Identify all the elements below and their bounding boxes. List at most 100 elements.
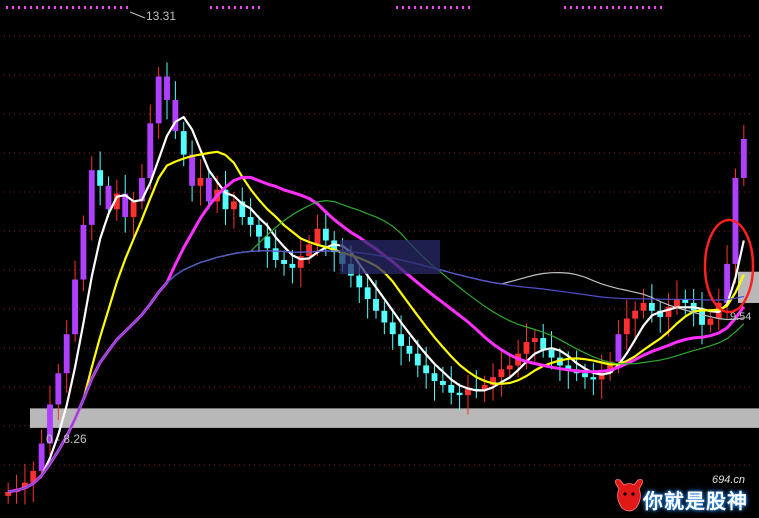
candle-body	[623, 318, 630, 335]
candle-body	[230, 201, 237, 210]
candle-body	[88, 170, 95, 225]
marker-dot	[408, 6, 410, 9]
marker-dot	[444, 6, 446, 9]
high-price-label: 13.31	[146, 9, 177, 23]
candle-body	[155, 76, 162, 124]
marker-dot	[30, 6, 32, 9]
marker-dot	[96, 6, 98, 9]
marker-dot	[258, 6, 260, 9]
highlight-band	[30, 271, 759, 428]
candle-body	[80, 224, 87, 280]
marker-dot	[606, 6, 608, 9]
marker-dot	[60, 6, 62, 9]
marker-dot	[234, 6, 236, 9]
candle-body	[272, 248, 279, 260]
marker-dot	[438, 6, 440, 9]
candle-body	[640, 302, 647, 311]
marker-dot	[636, 6, 638, 9]
marker-dot	[468, 6, 470, 9]
candle-body	[498, 369, 505, 378]
marker-dot	[564, 6, 566, 9]
candle-body	[439, 381, 446, 385]
marker-dot	[222, 6, 224, 9]
candle-body	[448, 384, 455, 393]
right-highlight-rect	[738, 271, 759, 303]
candle-body	[180, 131, 187, 155]
marker-dot	[450, 6, 452, 9]
candle-body	[531, 338, 538, 342]
candle-body	[189, 154, 196, 186]
candle-body	[373, 299, 379, 311]
marker-dot	[126, 6, 128, 9]
candle-body	[740, 138, 747, 178]
candle-body	[38, 443, 45, 471]
candle-body	[707, 318, 714, 325]
right-price-label: 9.54	[730, 311, 752, 323]
candle-body	[414, 353, 421, 366]
marker-dot	[90, 6, 92, 9]
marker-dot	[228, 6, 230, 9]
candle-body	[256, 224, 262, 237]
candle-body	[406, 345, 413, 354]
marker-dot	[660, 6, 662, 9]
candle-body	[281, 260, 287, 264]
candle-body	[130, 201, 137, 218]
candle-body	[205, 178, 212, 202]
marker-dot	[246, 6, 248, 9]
marker-dot	[42, 6, 44, 9]
candle-body	[423, 365, 430, 374]
candle-body	[431, 373, 438, 382]
candle-body	[289, 263, 296, 268]
marker-dot	[612, 6, 614, 9]
marker-dot	[588, 6, 590, 9]
highlight-band-rect	[30, 408, 759, 428]
candle-body	[548, 349, 555, 358]
marker-dot	[402, 6, 404, 9]
marker-dot	[570, 6, 572, 9]
marker-dot	[576, 6, 578, 9]
top-dotted-marker-row	[6, 6, 662, 9]
candle-body	[389, 322, 396, 335]
candle-body	[105, 185, 112, 210]
marker-dot	[12, 6, 14, 9]
candle-body	[322, 228, 329, 241]
candle-body	[306, 244, 313, 257]
low-price-label: 0 - 8.26	[46, 432, 87, 446]
marker-dot	[618, 6, 620, 9]
marker-dot	[396, 6, 398, 9]
marker-dot	[114, 6, 116, 9]
candle-body	[197, 178, 204, 186]
marker-dot	[654, 6, 656, 9]
candle-body	[590, 377, 597, 380]
marker-dot	[36, 6, 38, 9]
marker-dot	[456, 6, 458, 9]
candle-body	[506, 365, 513, 370]
marker-dot	[72, 6, 74, 9]
bull-logo-icon	[615, 479, 643, 512]
candle-body	[674, 299, 680, 307]
marker-dot	[54, 6, 56, 9]
marker-dot	[216, 6, 218, 9]
candle-body	[582, 373, 588, 378]
marker-dot	[426, 6, 428, 9]
candle-body	[540, 338, 547, 350]
candle-body	[364, 287, 371, 300]
candle-body	[147, 123, 154, 178]
candle-body	[632, 310, 639, 319]
marker-dot	[600, 6, 602, 9]
marker-dot	[432, 6, 434, 9]
marker-dot	[18, 6, 20, 9]
high-leader-line	[129, 11, 146, 19]
candle-body	[398, 334, 405, 346]
marker-dot	[648, 6, 650, 9]
marker-dot	[252, 6, 254, 9]
candle-body	[615, 334, 622, 362]
marker-dot	[6, 6, 8, 9]
candlestick-chart	[4, 6, 759, 505]
candle-body	[356, 275, 363, 288]
candle-body	[314, 228, 321, 245]
annotations	[129, 11, 755, 314]
marker-dot	[210, 6, 212, 9]
blurred-region	[340, 240, 440, 274]
candle-body	[523, 342, 530, 354]
